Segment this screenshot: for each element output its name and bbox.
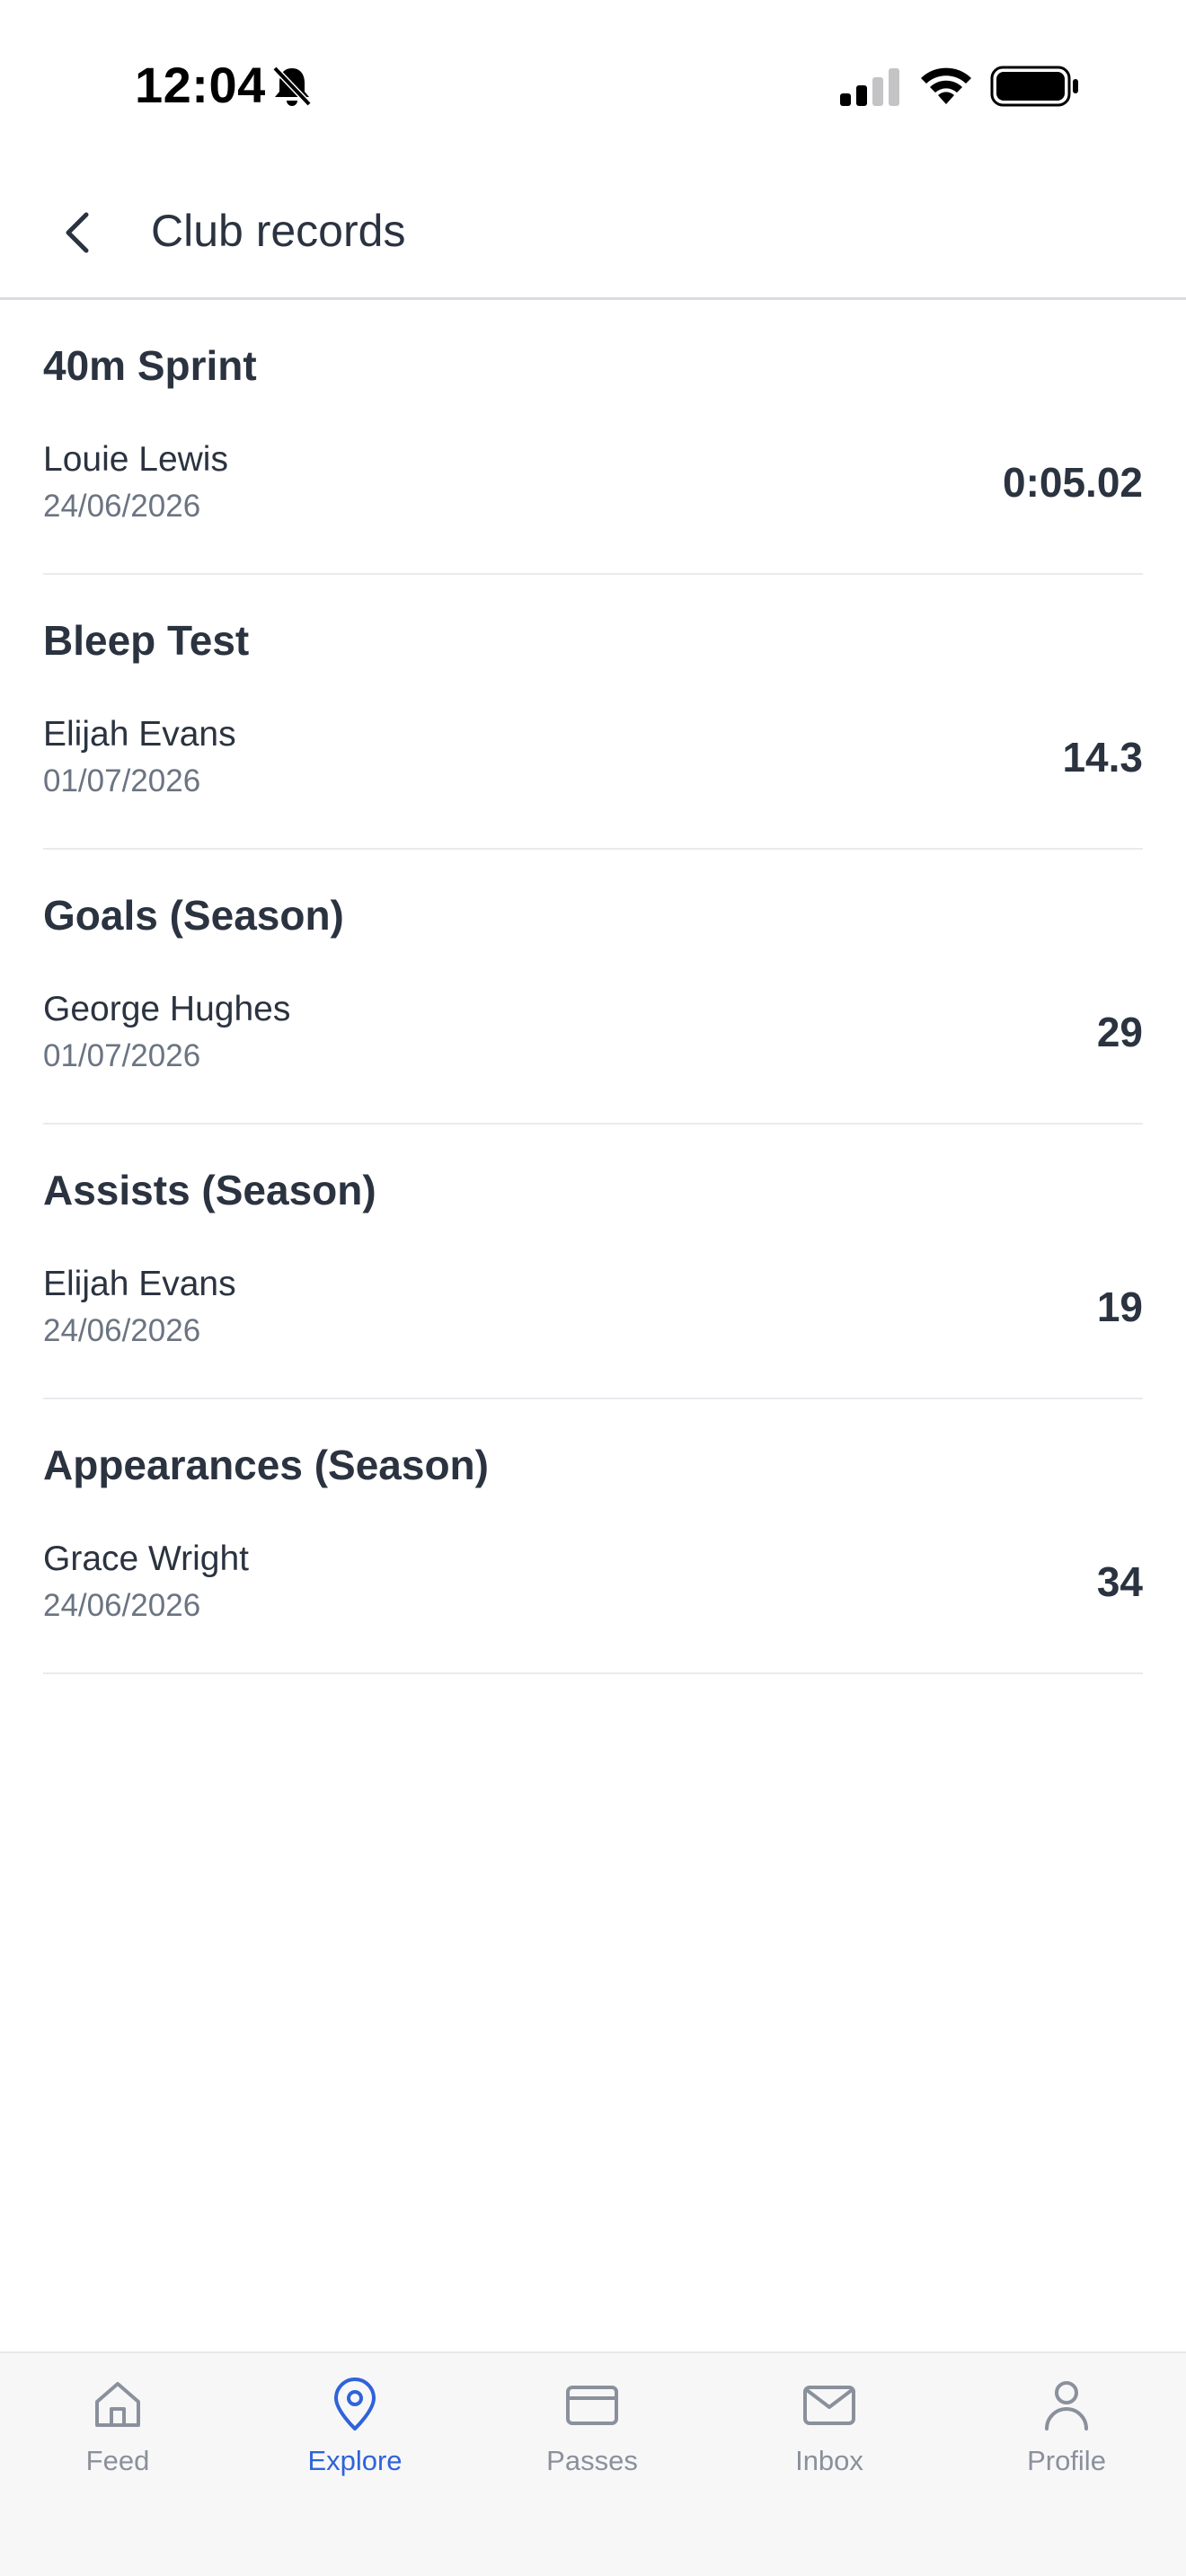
map-pin-icon <box>334 2378 376 2430</box>
record-item-appearances-season[interactable]: Appearances (Season) Grace Wright 24/06/… <box>43 1399 1143 1674</box>
record-holder: George Hughes <box>43 990 291 1028</box>
record-title: Goals (Season) <box>43 892 344 939</box>
records-list: 40m Sprint Louie Lewis 24/06/2026 0:05.0… <box>43 300 1143 1674</box>
tab-label: Feed <box>85 2445 150 2476</box>
record-date: 01/07/2026 <box>43 763 201 798</box>
record-title: Assists (Season) <box>43 1167 376 1213</box>
user-icon <box>1045 2381 1088 2430</box>
chevron-left-icon <box>66 212 89 253</box>
tab-label: Profile <box>1027 2445 1106 2476</box>
cellular-signal-icon <box>840 68 899 106</box>
record-title: 40m Sprint <box>43 342 257 389</box>
record-title: Appearances (Season) <box>43 1442 489 1488</box>
status-bar: 12:04 <box>0 0 1186 171</box>
record-date: 24/06/2026 <box>43 1588 201 1623</box>
bell-slash-icon <box>272 66 312 107</box>
home-icon <box>95 2382 140 2427</box>
tab-label: Explore <box>307 2445 403 2476</box>
record-holder: Grace Wright <box>43 1539 250 1578</box>
tab-inbox[interactable]: Inbox <box>739 2377 919 2502</box>
tab-label: Passes <box>546 2445 638 2476</box>
record-holder: Elijah Evans <box>43 1265 236 1303</box>
tab-feed[interactable]: Feed <box>28 2377 208 2502</box>
tab-label: Inbox <box>795 2445 863 2476</box>
record-value: 0:05.02 <box>1002 459 1143 506</box>
record-value: 19 <box>1096 1284 1143 1330</box>
record-date: 01/07/2026 <box>43 1038 201 1073</box>
wifi-icon <box>921 67 971 104</box>
header: Club records <box>0 171 1186 300</box>
status-time: 12:04 <box>135 57 266 113</box>
tab-profile[interactable]: Profile <box>977 2377 1156 2502</box>
record-date: 24/06/2026 <box>43 489 201 524</box>
record-item-bleep-test[interactable]: Bleep Test Elijah Evans 01/07/2026 14.3 <box>43 575 1143 850</box>
card-icon <box>566 2386 618 2425</box>
record-value: 34 <box>1096 1558 1143 1605</box>
record-date: 24/06/2026 <box>43 1313 201 1348</box>
record-holder: Louie Lewis <box>43 440 228 479</box>
record-holder: Elijah Evans <box>43 715 236 754</box>
tab-passes[interactable]: Passes <box>502 2377 682 2502</box>
battery-icon <box>990 66 1078 107</box>
mail-icon <box>803 2386 855 2425</box>
record-item-goals-season[interactable]: Goals (Season) George Hughes 01/07/2026 … <box>43 850 1143 1125</box>
record-item-assists-season[interactable]: Assists (Season) Elijah Evans 24/06/2026… <box>43 1125 1143 1399</box>
record-title: Bleep Test <box>43 617 250 664</box>
tab-explore[interactable]: Explore <box>265 2377 445 2502</box>
record-item-40m-sprint[interactable]: 40m Sprint Louie Lewis 24/06/2026 0:05.0… <box>43 300 1143 575</box>
page-title: Club records <box>151 206 406 256</box>
screen: 12:04 Club records 40m Sprint Louie Lewi… <box>0 0 1186 2576</box>
tab-bar: Feed Explore Passes Inbox Profile <box>0 2351 1186 2576</box>
record-value: 14.3 <box>1062 734 1143 781</box>
record-value: 29 <box>1096 1009 1143 1055</box>
back-button[interactable] <box>43 196 111 269</box>
